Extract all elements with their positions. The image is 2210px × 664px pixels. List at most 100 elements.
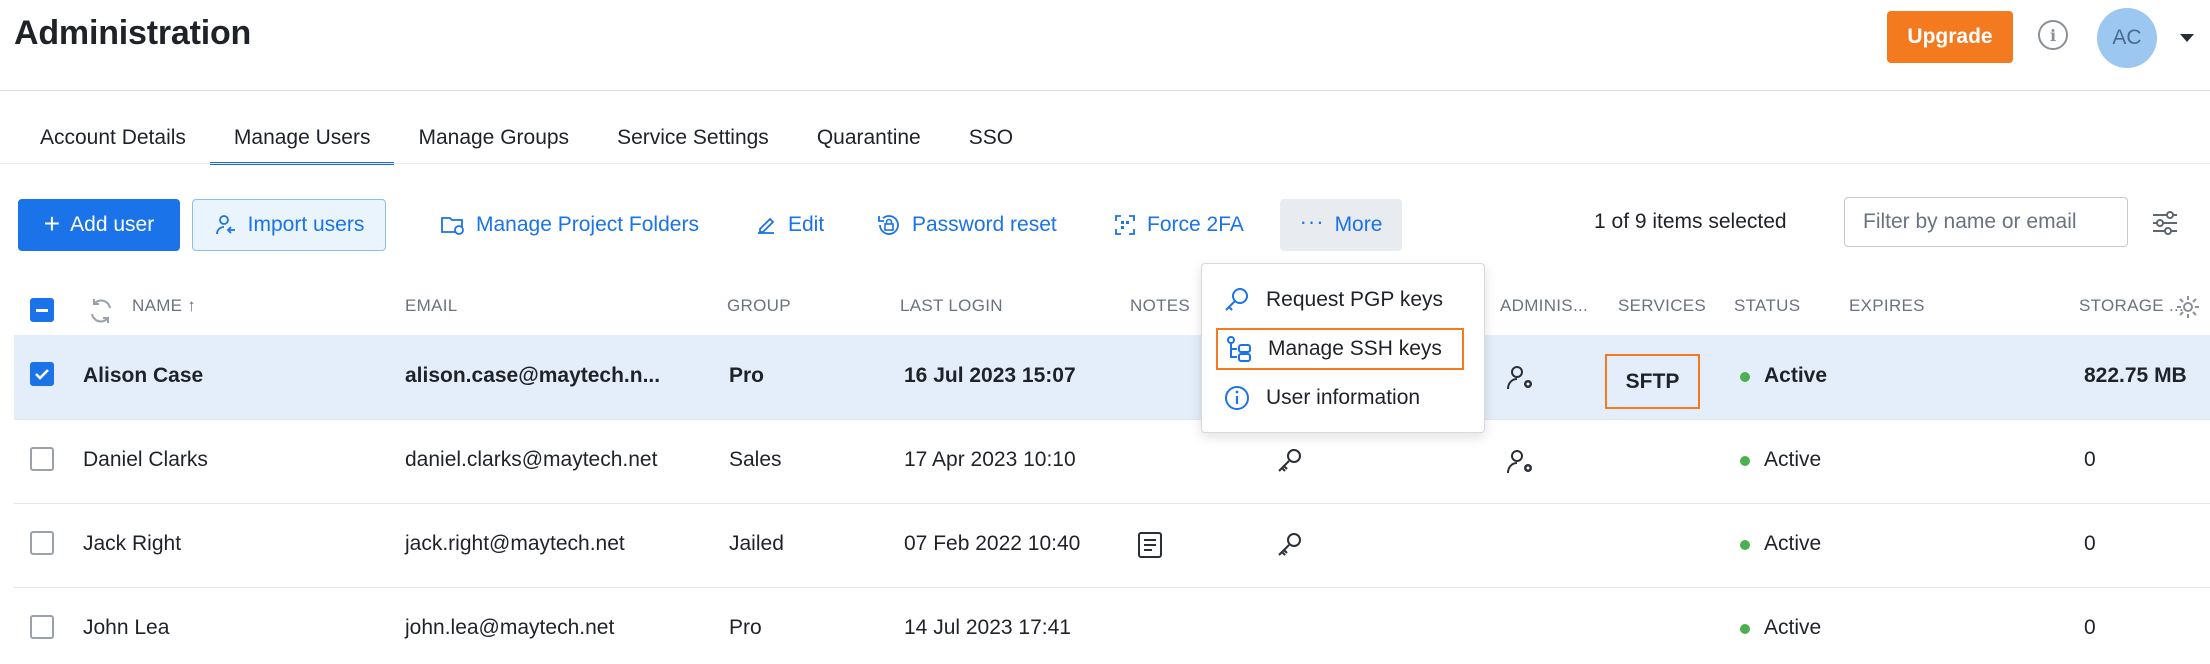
status-active-dot (1740, 372, 1750, 382)
account-menu-caret-icon[interactable] (2180, 34, 2194, 42)
menu-item-label: Manage SSH keys (1268, 337, 1442, 360)
user-storage: 0 (2084, 616, 2096, 639)
table-settings-gear-icon[interactable] (2174, 293, 2202, 321)
user-storage: 0 (2084, 532, 2096, 555)
add-user-label: Add user (70, 213, 155, 236)
column-header-storage[interactable]: STORAGE ... (2079, 296, 2184, 316)
ssh-keys-icon (1227, 336, 1251, 362)
force-2fa-button[interactable]: Force 2FA (1113, 199, 1244, 251)
info-icon (1225, 386, 1249, 410)
status-active-dot (1740, 624, 1750, 634)
column-header-group[interactable]: GROUP (727, 296, 791, 316)
user-last-login: 07 Feb 2022 10:40 (904, 532, 1081, 555)
user-storage: 822.75 MB (2084, 364, 2187, 387)
user-group: Pro (729, 616, 762, 639)
checkmark-icon (35, 369, 49, 380)
user-last-login: 16 Jul 2023 15:07 (904, 364, 1076, 387)
ellipsis-icon: ··· (1299, 209, 1325, 234)
header-divider (0, 90, 2210, 91)
menu-item-user-information[interactable]: User information (1216, 377, 1464, 419)
column-header-name[interactable]: NAME ↑ (132, 296, 196, 316)
user-name: Daniel Clarks (83, 448, 208, 471)
lock-reset-icon (878, 215, 899, 235)
user-email: jack.right@maytech.net (405, 532, 625, 555)
user-status: Active (1764, 448, 1822, 471)
import-users-label: Import users (247, 213, 365, 236)
table-row[interactable] (14, 588, 2210, 664)
service-badge-sftp: SFTP (1605, 354, 1700, 409)
user-last-login: 14 Jul 2023 17:41 (904, 616, 1071, 639)
key-icon (1278, 449, 1301, 472)
sort-ascending-icon: ↑ (187, 296, 197, 315)
row-checkbox[interactable] (30, 531, 54, 555)
tab-account-details[interactable]: Account Details (16, 112, 210, 164)
row-checkbox[interactable] (30, 447, 54, 471)
table-row[interactable] (14, 504, 2210, 588)
column-header-name-label: NAME (132, 296, 183, 315)
upgrade-button[interactable]: Upgrade (1887, 11, 2013, 63)
tab-sso[interactable]: SSO (945, 112, 1037, 164)
table-row[interactable] (14, 420, 2210, 504)
row-checkbox[interactable] (30, 362, 54, 386)
note-icon[interactable] (1136, 530, 1164, 560)
column-header-status[interactable]: STATUS (1734, 296, 1800, 316)
user-storage: 0 (2084, 448, 2096, 471)
column-header-email[interactable]: EMAIL (405, 296, 458, 316)
manage-project-folders-button[interactable]: Manage Project Folders (440, 199, 699, 251)
user-name: Alison Case (83, 364, 204, 387)
menu-item-manage-ssh-keys[interactable]: Manage SSH keys (1216, 328, 1464, 370)
menu-item-label: Request PGP keys (1266, 288, 1444, 311)
more-label: More (1334, 213, 1383, 236)
user-group: Jailed (729, 532, 784, 555)
status-active-dot (1740, 456, 1750, 466)
menu-item-request-pgp-keys[interactable]: Request PGP keys (1216, 279, 1464, 321)
user-status: Active (1764, 364, 1828, 387)
tab-quarantine[interactable]: Quarantine (793, 112, 945, 164)
user-group: Sales (729, 448, 782, 471)
key-search-icon (1225, 288, 1248, 311)
refresh-icon[interactable] (86, 296, 116, 326)
user-group: Pro (729, 364, 765, 387)
force-2fa-label: Force 2FA (1147, 213, 1244, 236)
import-user-icon (215, 215, 235, 235)
admin-user-icon (1507, 366, 1532, 390)
add-user-button[interactable]: + Add user (18, 199, 180, 251)
table-row[interactable] (14, 335, 2210, 419)
user-name: Jack Right (83, 532, 182, 555)
tab-service-settings[interactable]: Service Settings (593, 112, 793, 164)
column-header-last-login[interactable]: LAST LOGIN (900, 296, 1003, 316)
edit-label: Edit (788, 213, 825, 236)
tabs-divider (0, 163, 2210, 164)
selection-count: 1 of 9 items selected (1594, 210, 1787, 233)
user-email: daniel.clarks@maytech.net (405, 448, 658, 471)
column-header-notes[interactable]: NOTES (1130, 296, 1190, 316)
password-reset-button[interactable]: Password reset (876, 199, 1057, 251)
password-reset-label: Password reset (912, 213, 1057, 236)
filter-input[interactable] (1844, 197, 2128, 247)
edit-button[interactable]: Edit (754, 199, 824, 251)
menu-item-label: User information (1266, 386, 1421, 409)
column-header-admin[interactable]: ADMINIS... (1500, 296, 1588, 316)
indeterminate-mark (36, 309, 48, 312)
select-all-checkbox[interactable] (30, 298, 54, 322)
tab-bar: Account Details Manage Users Manage Grou… (16, 112, 1037, 165)
qr-scan-icon (1115, 215, 1135, 235)
tab-manage-users[interactable]: Manage Users (209, 112, 395, 165)
tab-manage-groups[interactable]: Manage Groups (394, 112, 593, 164)
manage-project-folders-label: Manage Project Folders (476, 213, 699, 236)
column-header-services[interactable]: SERVICES (1618, 296, 1706, 316)
plus-icon: + (43, 207, 61, 239)
more-button[interactable]: ··· More (1280, 199, 1402, 251)
row-checkbox[interactable] (30, 615, 54, 639)
column-settings-icon[interactable] (2150, 208, 2180, 238)
key-icon (1278, 533, 1301, 556)
pencil-icon (758, 217, 775, 234)
status-active-dot (1740, 540, 1750, 550)
import-users-button[interactable]: Import users (192, 199, 386, 251)
column-header-expires[interactable]: EXPIRES (1849, 296, 1925, 316)
admin-user-icon (1507, 450, 1532, 474)
page-title: Administration (14, 14, 252, 52)
info-icon[interactable]: i (2038, 20, 2068, 50)
user-last-login: 17 Apr 2023 10:10 (904, 448, 1076, 471)
avatar[interactable]: AC (2097, 8, 2157, 68)
